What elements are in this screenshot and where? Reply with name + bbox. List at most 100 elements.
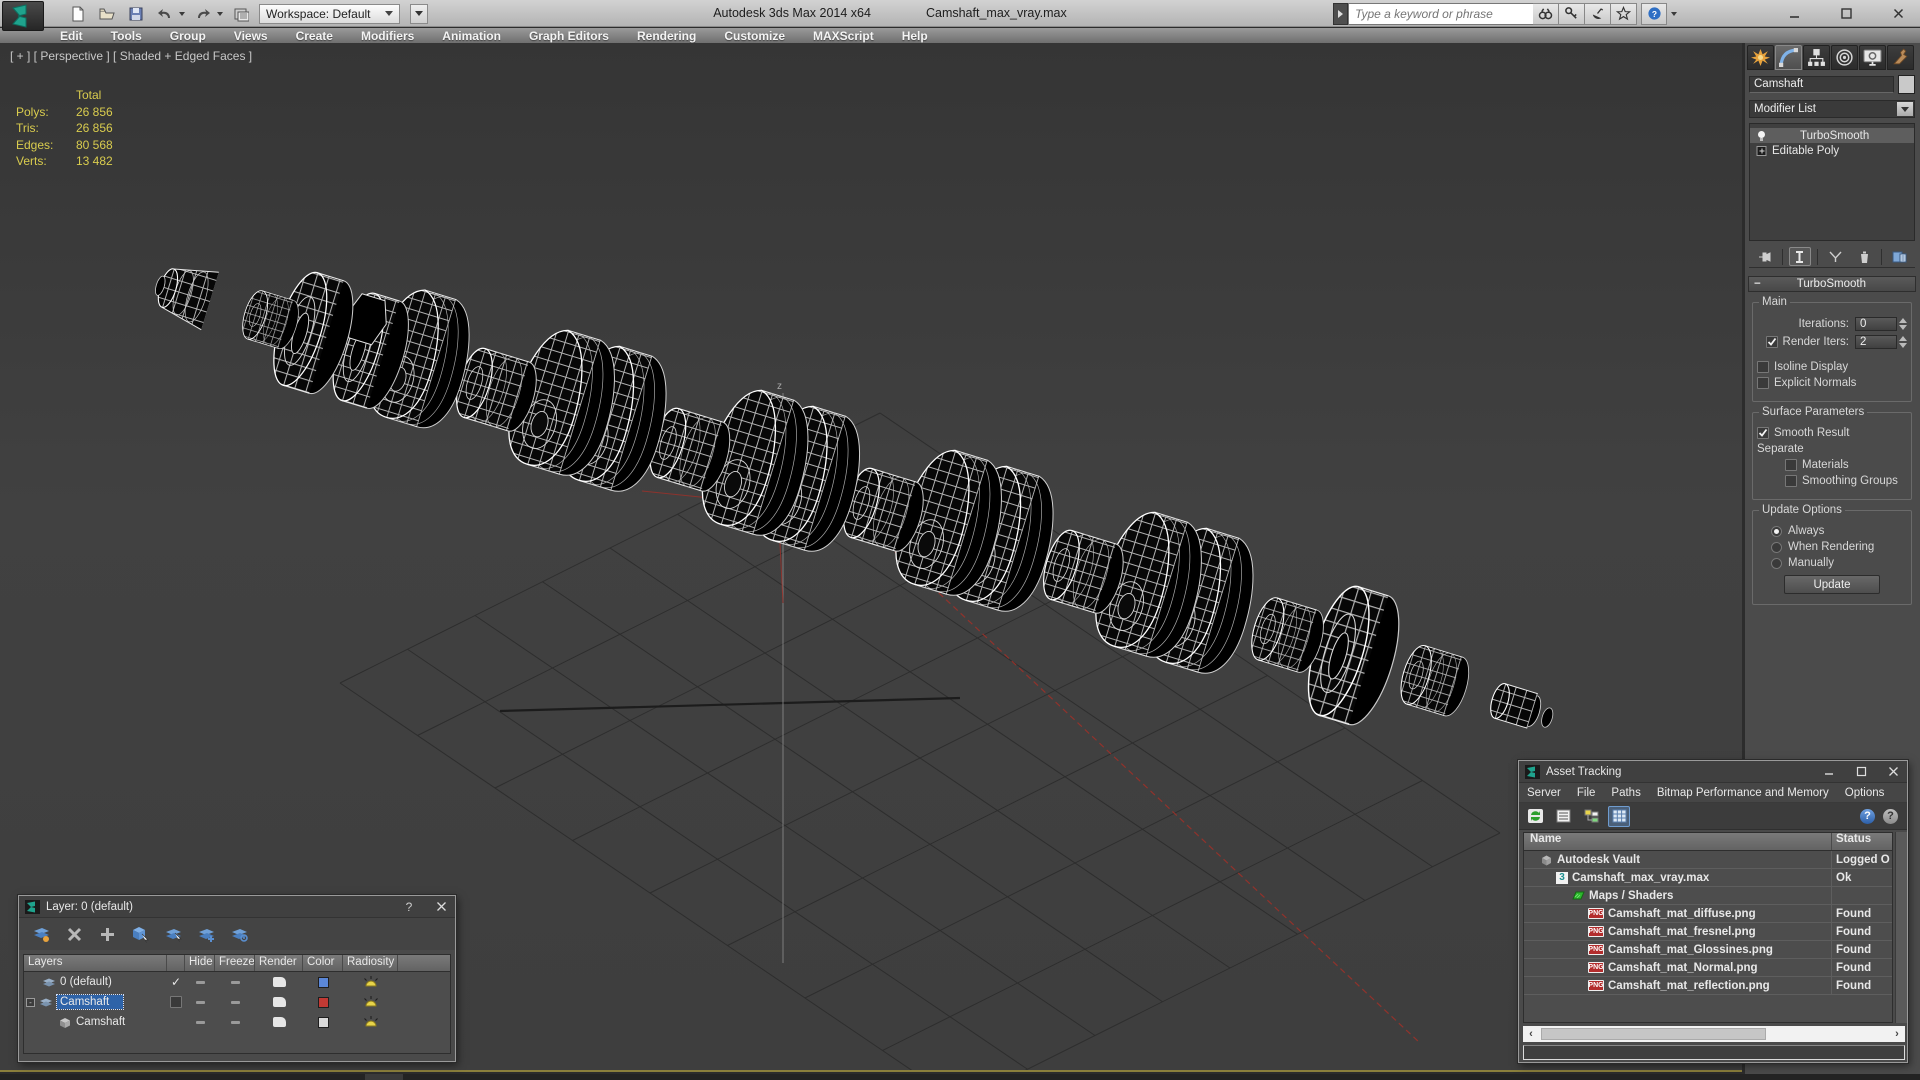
render-toggle-icon[interactable] [273, 1017, 286, 1027]
menu-bitmap-performance[interactable]: Bitmap Performance and Memory [1649, 787, 1837, 799]
menu-graph-editors[interactable]: Graph Editors [515, 29, 623, 43]
column-freeze[interactable]: Freeze [215, 955, 255, 971]
table-view-button[interactable] [1608, 806, 1630, 827]
hierarchy-view-button[interactable] [1580, 806, 1602, 827]
help-button[interactable]: ? [1641, 3, 1667, 25]
menu-tools[interactable]: Tools [97, 29, 156, 43]
configure-modifier-sets-button[interactable] [1888, 247, 1911, 266]
menu-server[interactable]: Server [1519, 787, 1569, 799]
column-radiosity[interactable]: Radiosity [343, 955, 398, 971]
rollout-header[interactable]: − TurboSmooth [1748, 276, 1916, 292]
context-help-icon[interactable]: ? [1883, 809, 1898, 824]
radiosity-icon[interactable] [363, 1015, 379, 1029]
radiosity-icon[interactable] [363, 995, 379, 1009]
undo-dropdown[interactable] [179, 12, 185, 16]
object-color-swatch[interactable] [1898, 75, 1915, 94]
show-end-result-button[interactable] [1789, 247, 1812, 266]
layer-color-swatch[interactable] [318, 977, 329, 988]
open-file-button[interactable] [96, 3, 118, 24]
current-layer-check-icon[interactable]: ✓ [171, 975, 181, 989]
favorites-button[interactable] [1611, 3, 1637, 25]
search-flyout-button[interactable] [1333, 3, 1348, 25]
layer-dialog-titlebar[interactable]: Layer: 0 (default) ? [19, 896, 455, 918]
app-menu-button[interactable] [2, 1, 44, 31]
asset-row-bitmap[interactable]: PNGCamshaft_mat_fresnel.png Found [1524, 923, 1892, 941]
vertical-scrollbar[interactable] [1895, 832, 1907, 1023]
menu-options[interactable]: Options [1837, 787, 1893, 799]
tab-create[interactable] [1747, 45, 1774, 70]
help-button[interactable]: ? [401, 900, 417, 914]
asset-row-bitmap[interactable]: PNGCamshaft_mat_Glossines.png Found [1524, 941, 1892, 959]
workspace-selector[interactable]: Workspace: Default [259, 4, 400, 24]
hide-toggle[interactable] [196, 1001, 205, 1004]
column-layers[interactable]: Layers [24, 955, 167, 971]
select-objects-in-layer-button[interactable] [128, 922, 152, 946]
iterations-value[interactable]: 0 [1855, 317, 1897, 331]
render-iters-checkbox[interactable] [1766, 336, 1778, 348]
undo-button[interactable] [154, 3, 176, 24]
isoline-checkbox[interactable] [1757, 361, 1769, 373]
layer-properties-button[interactable] [227, 922, 251, 946]
tab-motion[interactable] [1831, 45, 1858, 70]
modifier-list-dropdown[interactable]: Modifier List [1749, 100, 1915, 118]
menu-modifiers[interactable]: Modifiers [347, 29, 428, 43]
render-iters-spinner[interactable]: 2 [1855, 335, 1907, 349]
communication-center-button[interactable] [1585, 3, 1611, 25]
maximize-button[interactable] [1853, 765, 1869, 779]
render-toggle-icon[interactable] [273, 997, 286, 1007]
freeze-toggle[interactable] [231, 981, 240, 984]
info-help-icon[interactable]: ? [1860, 809, 1875, 824]
asset-tracking-titlebar[interactable]: Asset Tracking [1519, 761, 1907, 783]
close-button[interactable] [1885, 765, 1901, 779]
list-view-button[interactable] [1552, 806, 1574, 827]
update-button[interactable]: Update [1784, 575, 1880, 594]
spinner-arrows[interactable] [1899, 336, 1907, 348]
tab-utilities[interactable] [1887, 45, 1914, 70]
tab-display[interactable] [1859, 45, 1886, 70]
asset-row-bitmap[interactable]: PNGCamshaft_mat_diffuse.png Found [1524, 905, 1892, 923]
set-current-layer-button[interactable] [161, 922, 185, 946]
object-name-field[interactable]: Camshaft [1749, 76, 1894, 93]
menu-customize[interactable]: Customize [710, 29, 799, 43]
pin-stack-button[interactable] [1753, 247, 1776, 266]
layer-row-camshaft-object[interactable]: Camshaft [24, 1012, 450, 1032]
menu-animation[interactable]: Animation [428, 29, 515, 43]
refresh-button[interactable] [1524, 806, 1546, 827]
minimize-button[interactable] [1821, 765, 1837, 779]
viewport-label[interactable]: [ + ] [ Perspective ] [ Shaded + Edged F… [10, 49, 252, 63]
collapse-expander-icon[interactable]: - [26, 998, 35, 1007]
search-button[interactable] [1533, 3, 1559, 25]
when-rendering-radio[interactable] [1771, 542, 1782, 553]
iterations-spinner[interactable]: 0 [1855, 317, 1907, 331]
menu-rendering[interactable]: Rendering [623, 29, 710, 43]
add-selection-to-layer-button[interactable] [194, 922, 218, 946]
render-toggle-icon[interactable] [273, 977, 286, 987]
menu-file[interactable]: File [1569, 787, 1604, 799]
new-file-button[interactable] [67, 3, 89, 24]
menu-group[interactable]: Group [156, 29, 220, 43]
menu-maxscript[interactable]: MAXScript [799, 29, 888, 43]
close-button[interactable] [433, 900, 449, 914]
save-file-button[interactable] [125, 3, 147, 24]
scrollbar-thumb[interactable] [1541, 1028, 1766, 1040]
tab-hierarchy[interactable] [1803, 45, 1830, 70]
project-folder-button[interactable] [230, 3, 252, 24]
always-radio[interactable] [1771, 526, 1782, 537]
scroll-left-arrow[interactable]: ‹ [1523, 1028, 1539, 1040]
smooth-result-checkbox[interactable] [1757, 427, 1769, 439]
smoothing-groups-checkbox[interactable] [1785, 475, 1797, 487]
column-status[interactable]: Status [1832, 833, 1892, 850]
layer-table-header[interactable]: Layers Hide Freeze Render Color Radiosit… [24, 955, 450, 972]
explicit-normals-checkbox[interactable] [1757, 377, 1769, 389]
menu-help[interactable]: Help [888, 29, 942, 43]
stack-item-editable-poly[interactable]: Editable Poly [1750, 143, 1914, 158]
object-color-swatch[interactable] [318, 1017, 329, 1028]
menu-create[interactable]: Create [282, 29, 347, 43]
asset-row-scene[interactable]: 3Camshaft_max_vray.max Ok [1524, 869, 1892, 887]
asset-row-bitmap[interactable]: PNGCamshaft_mat_Normal.png Found [1524, 959, 1892, 977]
create-layer-button[interactable] [29, 922, 53, 946]
maximize-button[interactable] [1832, 3, 1860, 23]
radiosity-icon[interactable] [363, 975, 379, 989]
add-to-layer-button[interactable] [95, 922, 119, 946]
asset-row-maps[interactable]: Maps / Shaders [1524, 887, 1892, 905]
